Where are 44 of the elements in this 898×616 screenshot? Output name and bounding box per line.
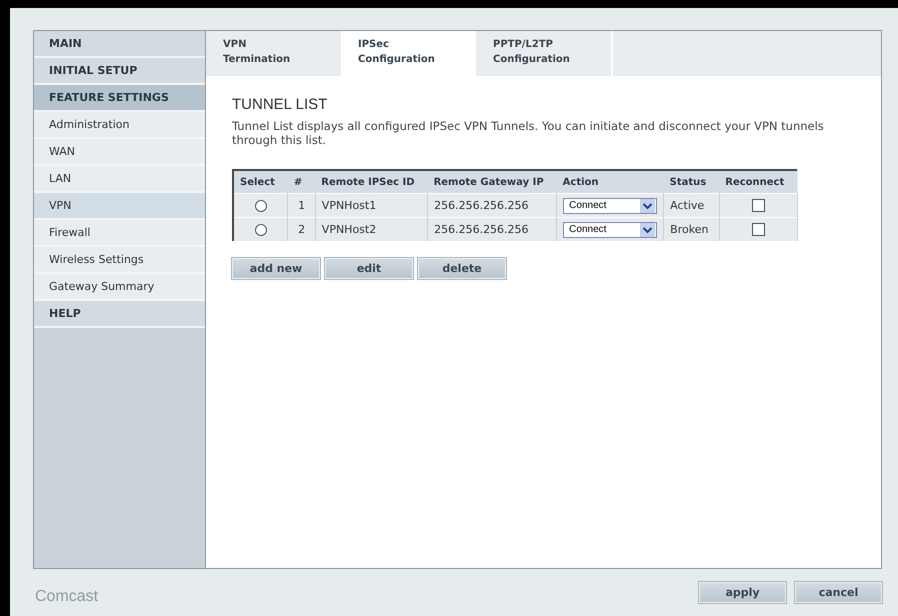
sidebar-item[interactable]: Firewall [34,220,205,247]
table-cell: 1 [288,194,316,218]
column-header: Reconnect [719,170,798,194]
action-button[interactable]: delete [418,258,506,279]
checkbox[interactable] [752,223,765,236]
sidebar-item[interactable]: Wireless Settings [34,247,205,274]
radio-button[interactable] [254,200,267,212]
action-button[interactable]: edit [325,258,413,279]
tab[interactable]: PPTP/L2TP Configuration [476,31,611,76]
section-title: TUNNEL LIST [232,96,328,113]
sidebar-item[interactable]: MAIN [34,31,205,58]
table-cell: VPNHost2 [315,218,428,241]
table-cell: 2 [288,218,316,241]
sidebar-item[interactable]: LAN [34,166,205,193]
sidebar-item[interactable]: Gateway Summary [34,274,205,301]
footer-button[interactable]: cancel [795,582,882,603]
table-cell: VPNHost1 [315,194,428,218]
sidebar-item[interactable]: Administration [34,112,205,139]
column-header: # [288,170,316,194]
sidebar-item[interactable]: INITIAL SETUP [34,58,205,85]
logo: Comcast [35,588,98,606]
sidebar-item[interactable]: HELP [34,301,205,328]
column-header: Select [233,170,288,194]
caret-icon [640,222,656,236]
action-dropdown[interactable]: Connect [563,222,658,238]
checkbox[interactable] [752,199,765,212]
sidebar-item[interactable]: FEATURE SETTINGS [34,85,205,112]
footer-button[interactable]: apply [699,582,786,603]
column-header: Status [664,170,720,194]
table-cell: 256.256.256.256 [428,218,557,241]
caret-icon [640,198,656,212]
table-cell: Active [664,194,720,218]
column-header: Remote Gateway IP [428,170,557,194]
description-text: Tunnel List displays all configured IPSec VPN Tunnels. You can initiate and disconnect your VPN tunnels through this list. [232,119,825,147]
radio-button[interactable] [254,224,267,236]
action-button[interactable]: add new [232,258,320,279]
table-cell: Broken [664,218,720,241]
sidebar-item[interactable]: VPN [34,193,205,220]
column-header: Action [556,170,664,194]
action-dropdown[interactable]: Connect [563,198,658,214]
table-cell: 256.256.256.256 [428,194,557,218]
sidebar-item[interactable]: WAN [34,139,205,166]
tab[interactable]: VPN Termination [206,31,341,76]
column-header: Remote IPSec ID [315,170,428,194]
